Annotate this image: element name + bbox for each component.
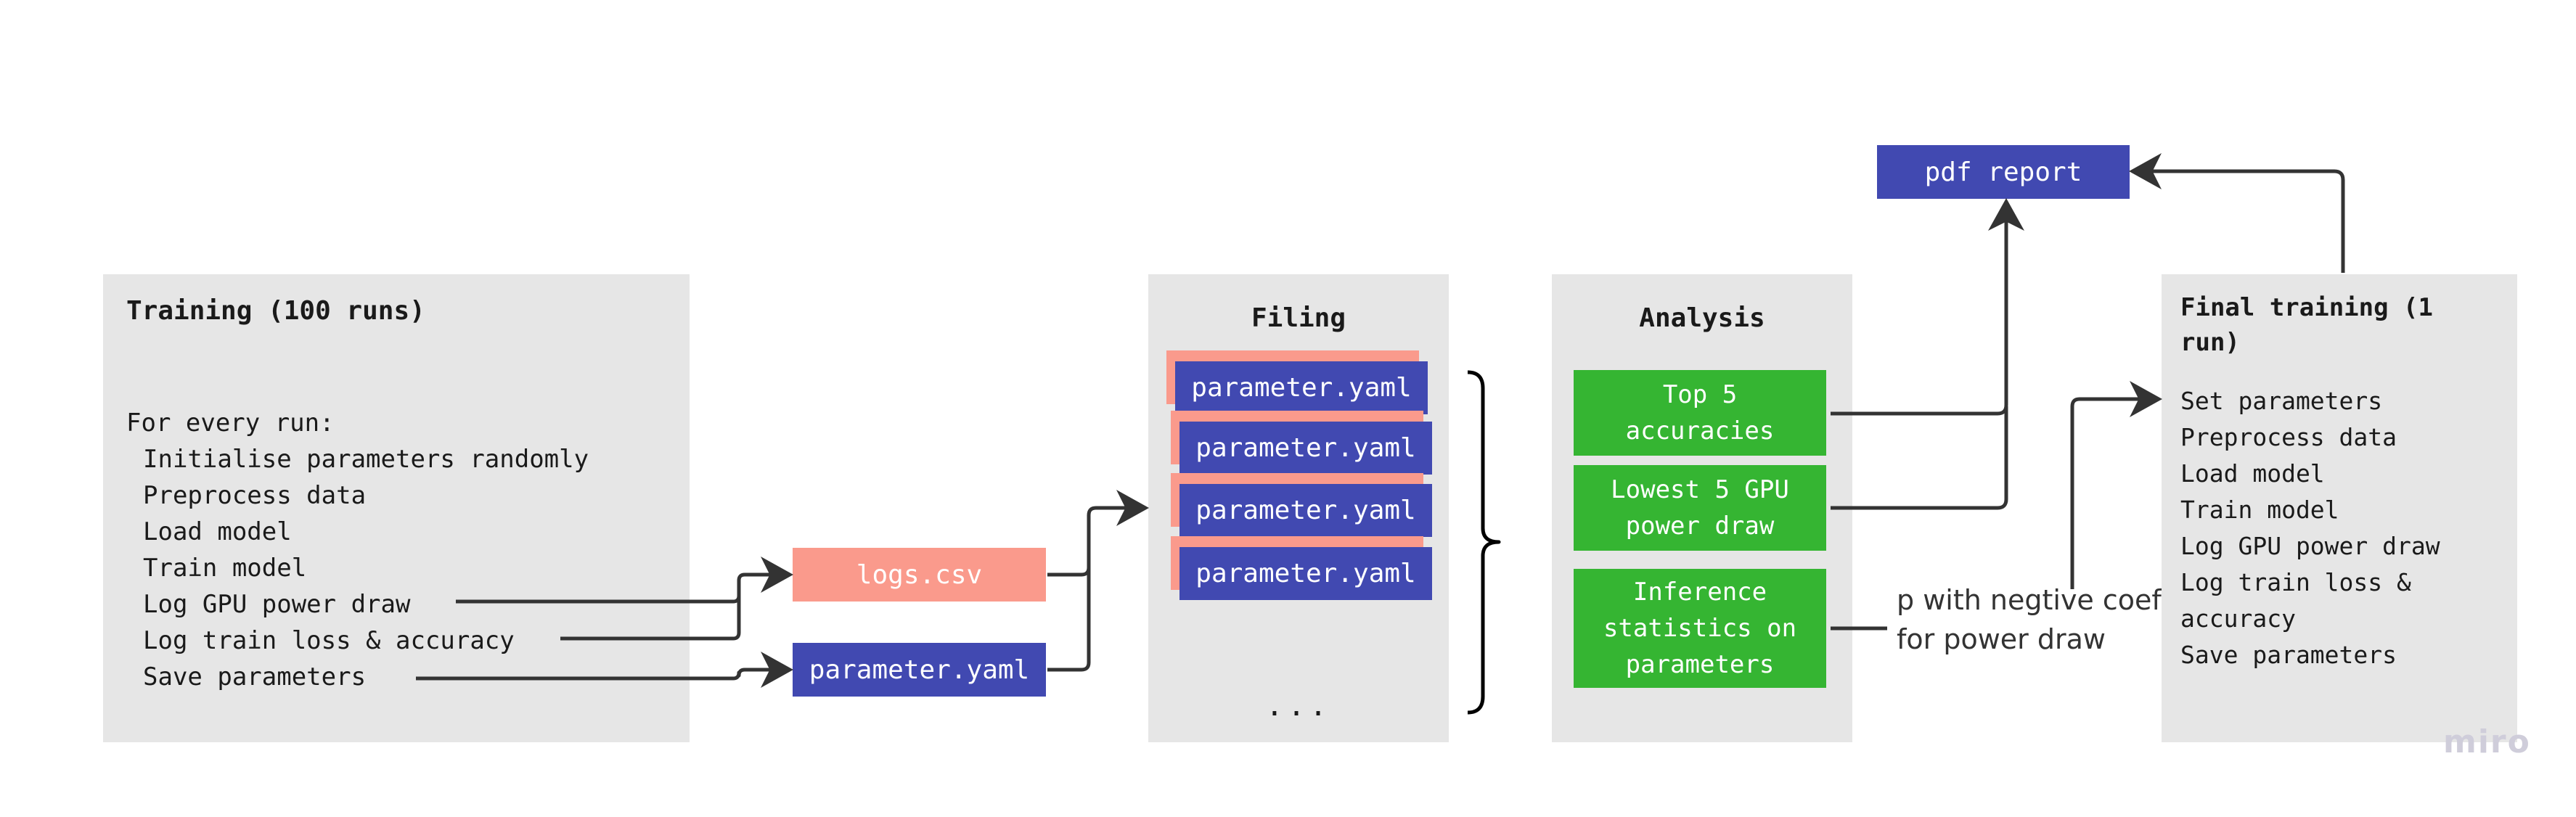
arrow-lowest-power-to-report	[1831, 406, 2008, 510]
final-training-panel: Final training (1 run) Set parameters Pr…	[2162, 274, 2517, 742]
training-step: Save parameters	[143, 662, 367, 691]
final-step: Save parameters	[2180, 641, 2397, 669]
filing-file[interactable]: parameter.yaml	[1179, 547, 1432, 600]
final-step: Preprocess data	[2180, 423, 2397, 451]
training-step: Log GPU power draw	[143, 590, 411, 619]
miro-watermark: miro	[2443, 723, 2531, 760]
pdf-report-label: pdf report	[1924, 157, 2082, 187]
final-step: Log train loss &	[2180, 568, 2411, 596]
analysis-inference-stats[interactable]: Inference statistics on parameters	[1574, 569, 1826, 688]
pdf-report-box[interactable]: pdf report	[1877, 145, 2130, 199]
arrow-logs-to-filing	[1047, 490, 1149, 577]
training-step: Load model	[143, 517, 292, 546]
arrow-params-to-filing	[1047, 567, 1091, 672]
final-step: Log GPU power draw	[2180, 532, 2440, 560]
parameter-yaml-file[interactable]: parameter.yaml	[793, 643, 1046, 697]
final-step: Train model	[2180, 496, 2339, 524]
final-step: Set parameters	[2180, 387, 2383, 415]
analysis-lowest-power[interactable]: Lowest 5 GPU power draw	[1574, 465, 1826, 551]
filing-file[interactable]: parameter.yaml	[1179, 422, 1432, 475]
training-step: Train model	[143, 554, 307, 583]
final-training-steps: Set parameters Preprocess data Load mode…	[2180, 383, 2440, 673]
training-panel: Training (100 runs) For every run: Initi…	[103, 274, 690, 742]
logs-csv-label: logs.csv	[856, 559, 983, 590]
final-training-title: Final training (1 run)	[2180, 293, 2433, 357]
final-step: Load model	[2180, 459, 2325, 488]
parameter-yaml-label: parameter.yaml	[809, 654, 1030, 685]
training-step: Log train loss & accuracy	[143, 626, 515, 655]
analysis-title: Analysis	[1639, 303, 1765, 333]
more-files-ellipsis: ...	[1265, 689, 1332, 723]
annotation-text: p with negtive coef for power draw	[1897, 584, 2162, 655]
analysis-top-accuracies[interactable]: Top 5 accuracies	[1574, 370, 1826, 456]
filing-file[interactable]: parameter.yaml	[1175, 361, 1428, 414]
filing-file[interactable]: parameter.yaml	[1179, 484, 1432, 537]
arrow-final-to-report	[2129, 153, 2345, 273]
filing-title: Filing	[1251, 303, 1346, 333]
training-step: Initialise parameters randomly	[143, 445, 589, 474]
training-step: Preprocess data	[143, 481, 367, 510]
training-steps: For every run: Initialise parameters ran…	[126, 405, 589, 695]
bracket-filing	[1467, 370, 1501, 715]
arrow-top-accuracies-to-report	[1831, 198, 2024, 416]
training-title: Training (100 runs)	[126, 296, 425, 326]
training-intro: For every run:	[126, 408, 335, 438]
logs-csv-file[interactable]: logs.csv	[793, 548, 1046, 602]
analysis-panel: Analysis Top 5 accuracies Lowest 5 GPU p…	[1552, 274, 1852, 742]
filing-panel: Filing parameter.yaml parameter.yaml par…	[1148, 274, 1449, 742]
arrow-annotation-to-final	[2070, 381, 2162, 589]
final-step: accuracy	[2180, 604, 2296, 633]
